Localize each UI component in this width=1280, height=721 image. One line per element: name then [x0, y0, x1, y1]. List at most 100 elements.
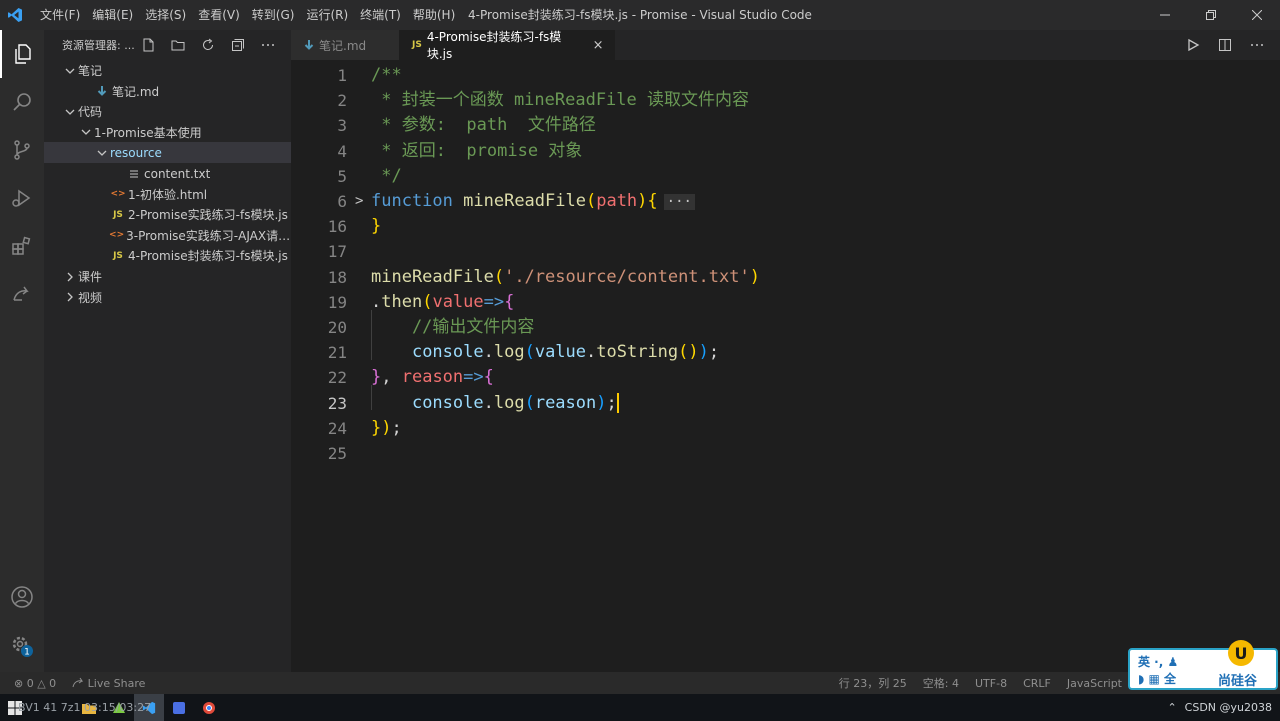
code-line[interactable]: 17	[291, 239, 1280, 264]
chevron-down-icon[interactable]	[62, 60, 78, 81]
tree-item[interactable]: 课件	[44, 266, 291, 287]
explorer-actions	[137, 30, 279, 60]
account-icon[interactable]	[0, 573, 44, 621]
menu-item[interactable]: 查看(V)	[192, 0, 246, 30]
tree-item-label: 1-初体验.html	[128, 187, 208, 202]
run-file-icon[interactable]	[1182, 34, 1204, 56]
tree-item[interactable]: resource	[44, 142, 291, 164]
close-window-button[interactable]	[1234, 0, 1280, 30]
tree-item[interactable]: JS 4-Promise封装练习-fs模块.js	[44, 245, 291, 266]
code-line[interactable]: 23 console.log(reason);	[291, 391, 1280, 416]
search-icon[interactable]	[0, 78, 44, 126]
problems-indicator[interactable]: ⊗ 0 △ 0	[0, 677, 64, 690]
split-editor-icon[interactable]	[1214, 34, 1236, 56]
code-token: reason	[534, 392, 597, 413]
chevron-down-icon[interactable]	[62, 101, 78, 122]
menu-item[interactable]: 运行(R)	[300, 0, 354, 30]
code-token: value	[432, 291, 484, 312]
tree-item[interactable]: 代码	[44, 101, 291, 122]
collapse-all-icon[interactable]	[227, 34, 249, 56]
code-token: /**	[371, 65, 402, 85]
menu-item[interactable]: 文件(F)	[34, 0, 86, 30]
code-line[interactable]: 5 */	[291, 164, 1280, 189]
code-text: .then(value=>{	[371, 290, 514, 315]
tree-item[interactable]: JS 2-Promise实践练习-fs模块.js	[44, 204, 291, 225]
chevron-right-icon[interactable]	[62, 287, 78, 308]
chevron-down-icon[interactable]	[94, 142, 110, 163]
tree-item[interactable]: 1-Promise基本使用	[44, 122, 291, 143]
encoding[interactable]: UTF-8	[967, 677, 1015, 690]
tree-item-label: 课件	[78, 270, 103, 284]
code-token: ()	[678, 342, 699, 363]
tab-notes-md[interactable]: 笔记.md	[291, 30, 399, 60]
taskbar-chrome[interactable]	[194, 694, 224, 721]
code-line[interactable]: 1 /**	[291, 63, 1280, 88]
status-bar: ⊗ 0 △ 0 Live Share 行 23，列 25 空格: 4 UTF-8…	[0, 672, 1280, 694]
code-line[interactable]: 6 > function mineReadFile(path){···	[291, 189, 1280, 214]
tab-close-icon[interactable]: ×	[591, 38, 605, 53]
tab-bar: 笔记.md JS 4-Promise封装练习-fs模块.js ×	[291, 30, 1280, 61]
tray-chevron-icon[interactable]: ⌃	[1167, 701, 1176, 714]
code-token: //输出文件内容	[371, 317, 535, 337]
menu-item[interactable]: 终端(T)	[354, 0, 407, 30]
settings-gear-icon[interactable]: 1	[0, 622, 44, 670]
cursor-position[interactable]: 行 23，列 25	[831, 675, 915, 691]
code-editor[interactable]: 1/** 2 * 封装一个函数 mineReadFile 读取文件内容 3 * 参数…	[291, 60, 1280, 672]
video-overlay-text: BV1 41 7z1 03:15/03:27	[18, 701, 152, 714]
indentation[interactable]: 空格: 4	[915, 675, 967, 691]
code-text: function mineReadFile(path){···	[371, 189, 695, 215]
tree-item[interactable]: 笔记	[44, 60, 291, 81]
end-of-line[interactable]: CRLF	[1015, 677, 1059, 690]
editor-more-icon[interactable]	[1246, 34, 1268, 56]
remote-live-share-icon[interactable]	[0, 270, 44, 318]
tree-item[interactable]: 笔记.md	[44, 81, 291, 102]
menu-item[interactable]: 帮助(H)	[407, 0, 461, 30]
new-file-icon[interactable]	[137, 34, 159, 56]
refresh-icon[interactable]	[197, 34, 219, 56]
explorer-icon[interactable]	[0, 30, 44, 78]
more-actions-icon[interactable]	[257, 34, 279, 56]
code-token: {	[647, 191, 658, 211]
code-token: =>	[483, 291, 505, 312]
tray-text: CSDN @yu2038	[1184, 701, 1272, 714]
text-file-icon	[126, 163, 142, 184]
code-line[interactable]: 24});	[291, 416, 1280, 441]
menu-item[interactable]: 编辑(E)	[86, 0, 139, 30]
run-debug-icon[interactable]	[0, 174, 44, 222]
restore-button[interactable]	[1188, 0, 1234, 30]
tab-label: 笔记.md	[319, 38, 367, 53]
code-line[interactable]: 4 * 返回: promise 对象	[291, 139, 1280, 164]
code-line[interactable]: 22}, reason=>{	[291, 365, 1280, 390]
menu-item[interactable]: 选择(S)	[139, 0, 192, 30]
code-line[interactable]: 18 mineReadFile('./resource/content.txt')	[291, 265, 1280, 290]
chevron-down-icon[interactable]	[78, 122, 94, 143]
tree-item[interactable]: <> 3-Promise实践练习-AJAX请求...	[44, 225, 291, 246]
menu-item[interactable]: 转到(G)	[246, 0, 301, 30]
tab-promise-fs-js[interactable]: JS 4-Promise封装练习-fs模块.js ×	[399, 30, 615, 61]
code-line[interactable]: 16}	[291, 214, 1280, 239]
fold-chevron-icon[interactable]: >	[355, 189, 363, 214]
taskbar-app-blue[interactable]	[164, 694, 194, 721]
tree-item-label: 1-Promise基本使用	[94, 125, 202, 140]
tree-item[interactable]: content.txt	[44, 163, 291, 184]
code-line[interactable]: 19 .then(value=>{	[291, 290, 1280, 315]
extensions-icon[interactable]	[0, 222, 44, 270]
code-line[interactable]: 25	[291, 441, 1280, 466]
chevron-right-icon[interactable]	[62, 266, 78, 287]
language-mode[interactable]: JavaScript	[1059, 677, 1130, 690]
tree-item-label: content.txt	[144, 166, 211, 181]
code-line[interactable]: 3 * 参数: path 文件路径	[291, 113, 1280, 138]
source-control-icon[interactable]	[0, 126, 44, 174]
code-line[interactable]: 21 console.log(value.toString());	[291, 340, 1280, 365]
minimize-button[interactable]	[1142, 0, 1188, 30]
code-line[interactable]: 20 //输出文件内容	[291, 315, 1280, 340]
live-share-button[interactable]: Live Share	[64, 677, 153, 690]
status-right: 行 23，列 25 空格: 4 UTF-8 CRLF JavaScript	[831, 672, 1130, 694]
code-line[interactable]: 2 * 封装一个函数 mineReadFile 读取文件内容	[291, 88, 1280, 113]
new-folder-icon[interactable]	[167, 34, 189, 56]
tree-item[interactable]: <> 1-初体验.html	[44, 184, 291, 205]
line-number: 3	[337, 116, 347, 136]
tree-item[interactable]: 视频	[44, 287, 291, 308]
